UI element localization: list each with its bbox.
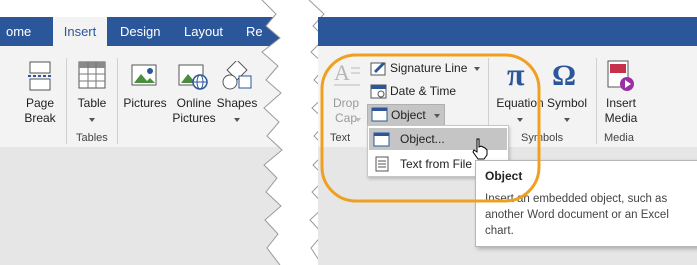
highlight-outline [320,53,541,203]
